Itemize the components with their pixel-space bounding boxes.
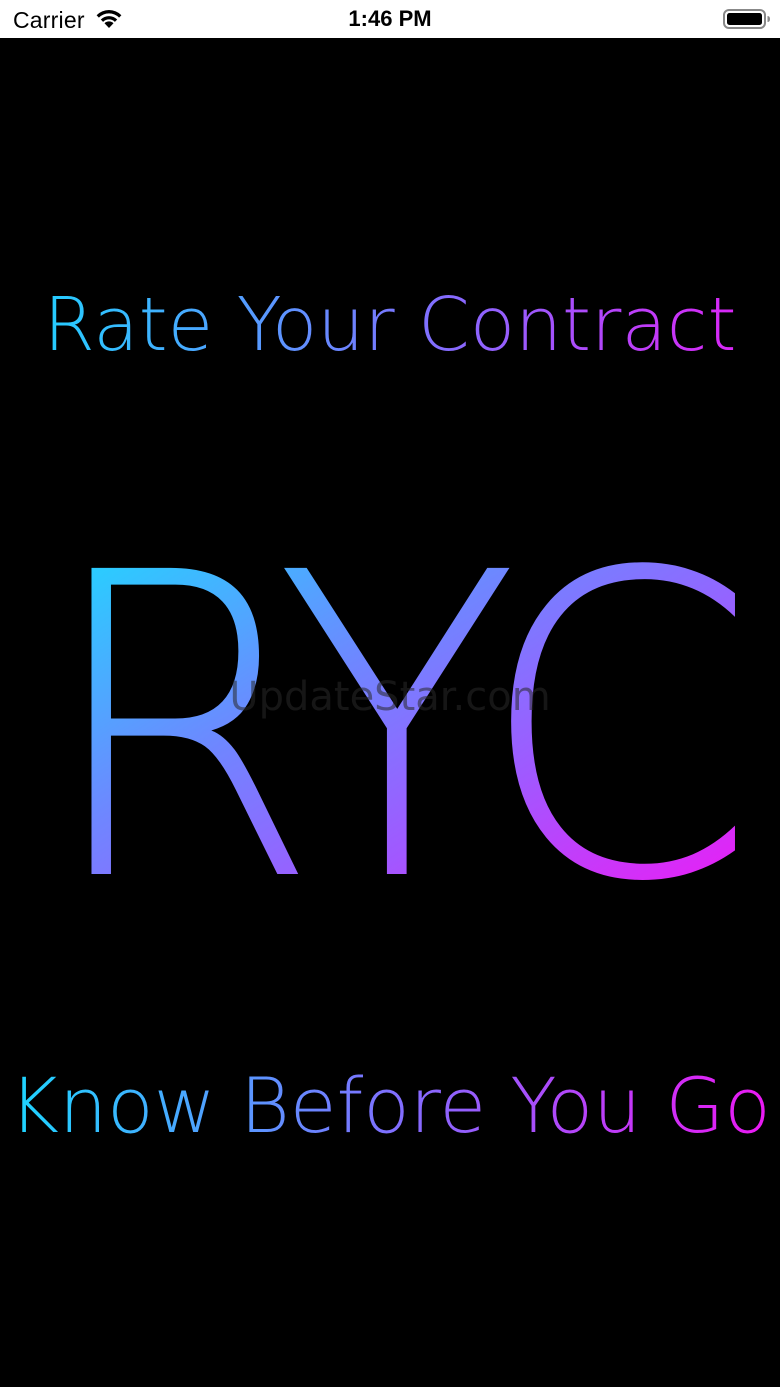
tagline-know-before-you-go: Know Before You Go [0, 1060, 780, 1152]
splash-screen: Carrier 1:46 PM Rate Your Contract RYC U… [0, 0, 780, 1387]
tagline-rate-your-contract: Rate Your Contract [0, 280, 780, 370]
app-logo-ryc: RYC [20, 520, 761, 940]
status-bar: Carrier 1:46 PM [0, 0, 780, 38]
battery-icon [723, 9, 771, 29]
clock-time: 1:46 PM [348, 6, 432, 31]
